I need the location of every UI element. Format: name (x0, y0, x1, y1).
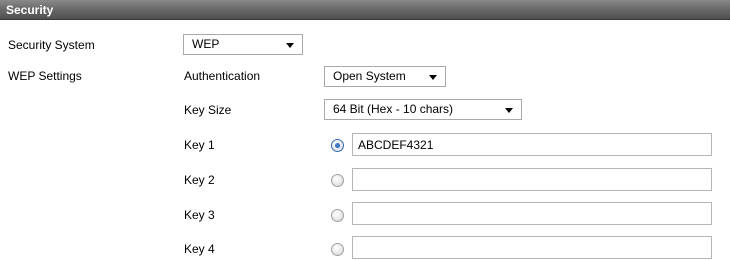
key-2-input[interactable] (352, 168, 712, 191)
security-system-label: Security System (8, 38, 95, 52)
chevron-down-icon (505, 108, 513, 113)
key-3-input[interactable] (352, 202, 712, 225)
security-section-header: Security (0, 0, 730, 20)
chevron-down-icon (429, 75, 437, 80)
key-2-label: Key 2 (184, 173, 215, 187)
radio-selected-dot (335, 143, 340, 148)
authentication-select[interactable]: Open System (324, 66, 446, 87)
authentication-value: Open System (333, 69, 406, 83)
security-system-value: WEP (192, 37, 220, 51)
key-size-value: 64 Bit (Hex - 10 chars) (333, 102, 454, 116)
key-4-input[interactable] (352, 236, 712, 259)
key-1-input[interactable] (352, 133, 712, 156)
key-size-label: Key Size (184, 103, 232, 117)
key-3-label: Key 3 (184, 208, 215, 222)
section-title: Security (6, 3, 54, 17)
key-1-label: Key 1 (184, 138, 215, 152)
chevron-down-icon (286, 43, 294, 48)
key-3-radio[interactable] (331, 209, 344, 222)
security-system-select[interactable]: WEP (183, 34, 303, 55)
key-size-select[interactable]: 64 Bit (Hex - 10 chars) (324, 99, 522, 120)
wep-settings-label: WEP Settings (8, 69, 82, 83)
key-4-radio[interactable] (331, 243, 344, 256)
key-1-radio[interactable] (331, 139, 344, 152)
authentication-label: Authentication (184, 69, 261, 83)
key-4-label: Key 4 (184, 242, 215, 256)
key-2-radio[interactable] (331, 174, 344, 187)
